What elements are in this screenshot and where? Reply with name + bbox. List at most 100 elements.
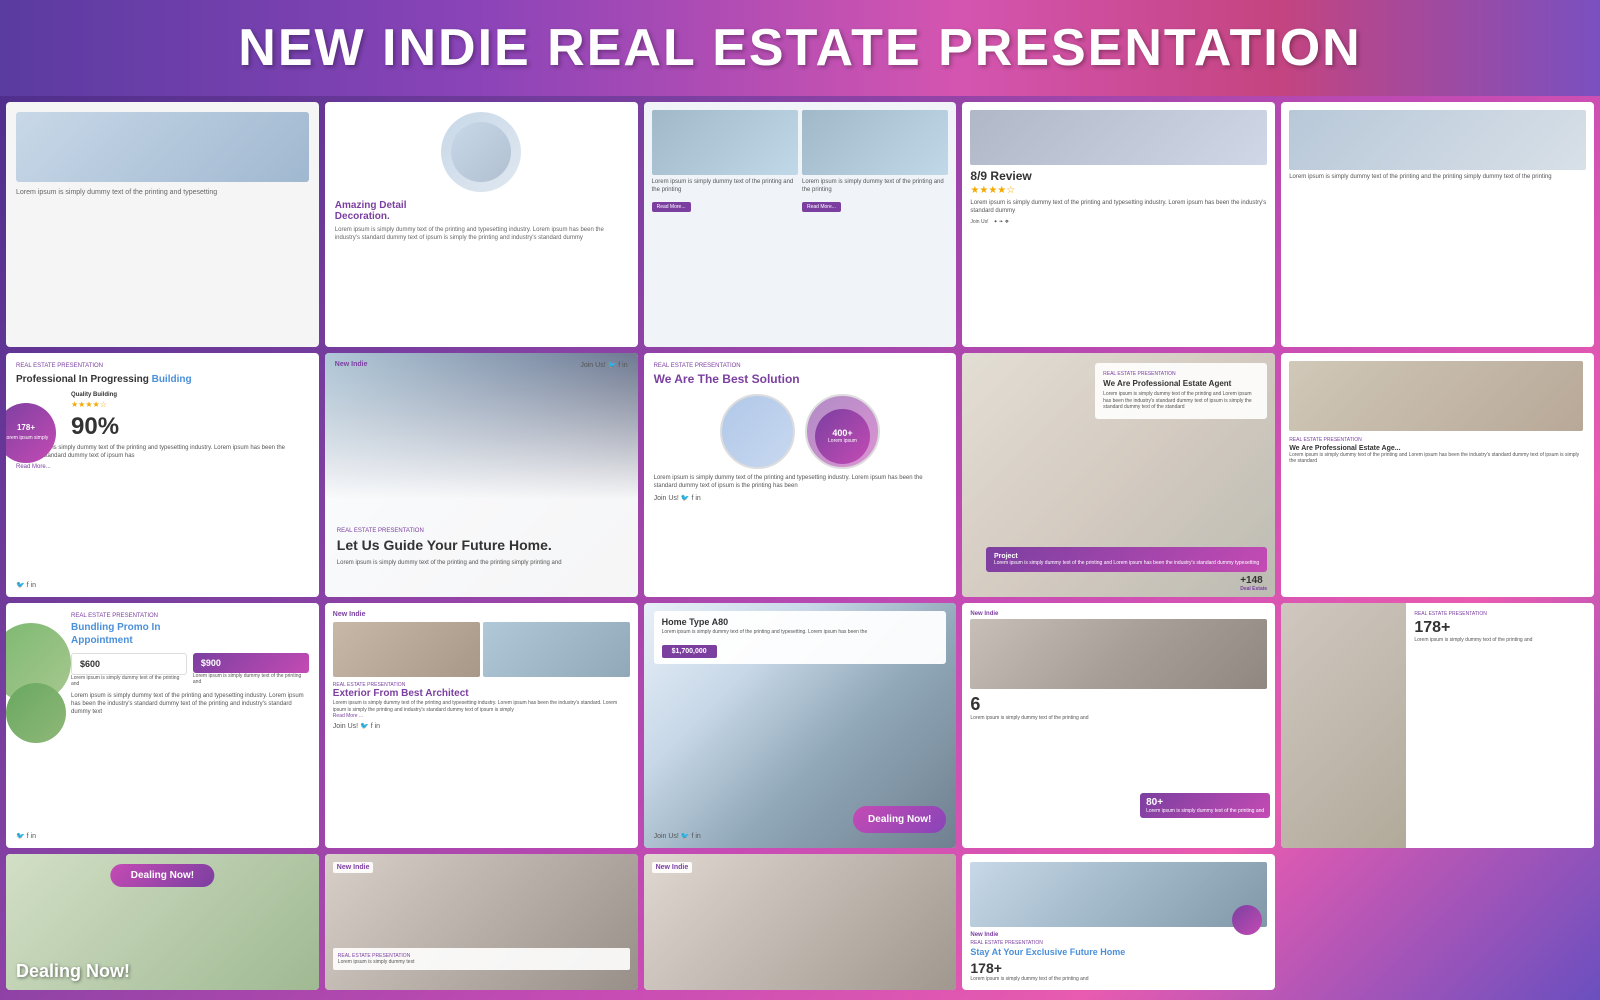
slide-10-heading: We Are Professional Estate Age... (1289, 445, 1583, 452)
slide-13-price[interactable]: $1,700,000 (662, 645, 717, 658)
slide-3-btn1[interactable]: Read More... (652, 202, 691, 212)
slide-7-topbar: New Indie Join Us! 🐦 f in (335, 361, 628, 369)
slide-18-brand: New Indie (652, 862, 693, 873)
slide-9-body: Lorem ipsum is simply dummy text of the … (1103, 391, 1259, 411)
slide-2-heading: Amazing Detail Decoration. (335, 200, 628, 222)
slide-16-badge: Dealing Now! (111, 864, 214, 887)
slide-6-readmore[interactable]: Read More... (16, 464, 309, 470)
slide-12-social: Join Us! 🐦 f in (333, 722, 630, 730)
header: NEW INDIE REAL ESTATE PRESENTATION (0, 0, 1600, 96)
slide-7-brand: New Indie (335, 361, 368, 368)
slide-3-image2 (802, 110, 948, 175)
slide-3-btn2[interactable]: Read More... (802, 202, 841, 212)
slide-12-body: Lorem ipsum is simply dummy text of the … (333, 700, 630, 713)
slide-11-body: Lorem ipsum is simply dummy text of the … (71, 693, 309, 716)
slide-14: New Indie 6 Lorem ipsum is simply dummy … (962, 603, 1275, 848)
slide-4-footer: Join Us! ✦ ❧ ❖ (970, 219, 1267, 225)
slide-6-body: Lorem ipsum is simply dummy text of the … (16, 445, 309, 461)
slide-2: Amazing Detail Decoration. Lorem ipsum i… (325, 102, 638, 347)
slide-12-img1 (333, 622, 480, 677)
slide-14-badge: 80+ Lorem ipsum is simply dummy text of … (1140, 793, 1270, 818)
slide-17-body: Lorem ipsum is simply dummy text (338, 959, 625, 965)
slide-11-content: Real Estate Presentation Bundling Promo … (71, 613, 309, 716)
slide-18-bg (644, 854, 957, 990)
slide-5-body: Lorem ipsum is simply dummy text of the … (1289, 174, 1586, 182)
slide-15-body: Lorem ipsum is simply dummy text of the … (1414, 637, 1586, 643)
slide-3: Lorem ipsum is simply dummy text of the … (644, 102, 957, 347)
slide-9-project: Project Lorem ipsum is simply dummy text… (986, 547, 1267, 572)
slide-15-num: 178+ (1414, 619, 1586, 637)
slide-9-content: Real Estate Presentation We Are Professi… (1095, 363, 1267, 419)
slide-13-top-content: Home Type A80 Lorem ipsum is simply dumm… (654, 611, 947, 664)
slide-17-label-box: Real Estate Presentation Lorem ipsum is … (333, 948, 630, 970)
slide-17-brand: New Indie (333, 862, 374, 873)
slide-6-social: 🐦 f in (16, 581, 36, 589)
header-title: NEW INDIE REAL ESTATE PRESENTATION (40, 18, 1560, 78)
slide-11-social: 🐦 f in (16, 832, 36, 840)
slide-8-body: Lorem ipsum is simply dummy text of the … (654, 475, 947, 491)
slide-13-dealing: Dealing Now! (853, 806, 946, 833)
slide-19-brand: New Indie (970, 932, 1267, 938)
slide-11-price1-val: $600 (71, 653, 187, 675)
slide-8-circle1 (720, 394, 795, 469)
slide-11-price1-sub: Lorem ipsum is simply dummy text of the … (71, 675, 187, 687)
slide-15-label: Real Estate Presentation (1414, 611, 1586, 617)
slide-12-readmore[interactable]: Read More ... (333, 713, 630, 719)
slide-9-heading: We Are Professional Estate Agent (1103, 379, 1259, 389)
slide-13-social: Join Us! 🐦 f in (654, 832, 701, 840)
slide-12: New Indie Real Estate Presentation Exter… (325, 603, 638, 848)
slide-4-image (970, 110, 1267, 165)
slide-13-body: Lorem ipsum is simply dummy text of the … (662, 629, 939, 636)
slide-6-pct: 90% (71, 413, 309, 441)
slide-5-image (1289, 110, 1586, 170)
slide-19-label: Real Estate Presentation (970, 940, 1267, 946)
slide-19: New Indie Real Estate Presentation Stay … (962, 854, 1275, 990)
slide-7-content: Real Estate Presentation Let Us Guide Yo… (337, 528, 626, 567)
slide-6-label: Real Estate Presentation (16, 363, 309, 369)
slide-7-heading: Let Us Guide Your Future Home. (337, 537, 626, 554)
slide-5: Lorem ipsum is simply dummy text of the … (1281, 102, 1594, 347)
slide-11-prices: $600 Lorem ipsum is simply dummy text of… (71, 653, 309, 687)
slide-11-price2-val: $900 (193, 653, 309, 673)
slide-16: Dealing Now! Dealing Now! (6, 854, 319, 990)
slide-19-image (970, 862, 1267, 927)
slide-15: Real Estate Presentation 178+ Lorem ipsu… (1281, 603, 1594, 848)
slide-15-content: Real Estate Presentation 178+ Lorem ipsu… (1406, 603, 1594, 848)
slide-8: Real Estate Presentation We Are The Best… (644, 353, 957, 598)
slide-12-heading: Exterior From Best Architect (333, 688, 630, 700)
slide-2-image (441, 112, 521, 192)
slide-4-stars: ★★★★☆ (970, 185, 1267, 196)
slide-3-col1: Lorem ipsum is simply dummy text of the … (652, 110, 798, 339)
slide-8-social: Join Us! 🐦 f in (654, 494, 947, 502)
slide-3-text2: Lorem ipsum is simply dummy text of the … (802, 179, 948, 195)
slide-9-label: Real Estate Presentation (1103, 371, 1259, 377)
slide-4-social: ✦ ❧ ❖ (993, 219, 1009, 225)
slide-8-badge: 400+ Lorem ipsum (815, 409, 870, 464)
slide-10-image (1289, 361, 1583, 431)
slide-4: 8/9 Review ★★★★☆ Lorem ipsum is simply d… (962, 102, 1275, 347)
slide-14-num: 6 (970, 694, 1267, 715)
slide-2-body: Lorem ipsum is simply dummy text of the … (335, 226, 628, 243)
slide-17: New Indie Real Estate Presentation Lorem… (325, 854, 638, 990)
slide-4-body: Lorem ipsum is simply dummy text of the … (970, 200, 1267, 216)
slide-13: Home Type A80 Lorem ipsum is simply dumm… (644, 603, 957, 848)
slide-8-circles: 400+ Lorem ipsum (654, 394, 947, 469)
slide-10: Real Estate Presentation We Are Professi… (1281, 353, 1594, 598)
slide-11: Real Estate Presentation Bundling Promo … (6, 603, 319, 848)
slide-11-circle2 (6, 683, 66, 743)
slide-4-review-num: 8/9 Review (970, 169, 1267, 183)
slide-8-circle2: 400+ Lorem ipsum (805, 394, 880, 469)
slide-6: 178+Lorem ipsum simply Real Estate Prese… (6, 353, 319, 598)
slide-1-image (16, 112, 309, 182)
slide-7-label: Real Estate Presentation (337, 528, 626, 534)
slide-8-heading: We Are The Best Solution (654, 372, 947, 386)
slide-11-price1: $600 Lorem ipsum is simply dummy text of… (71, 653, 187, 687)
slide-12-brand: New Indie (333, 611, 630, 618)
slide-9-num: +148 Deal Estate (1240, 575, 1267, 592)
slide-19-circle (1232, 905, 1262, 935)
slide-7: New Indie Join Us! 🐦 f in Real Estate Pr… (325, 353, 638, 598)
slide-11-price2: $900 Lorem ipsum is simply dummy text of… (193, 653, 309, 687)
slide-10-label: Real Estate Presentation (1289, 437, 1583, 443)
slide-19-heading: Stay At Your Exclusive Future Home (970, 947, 1267, 958)
slide-14-brand: New Indie (970, 611, 1267, 617)
